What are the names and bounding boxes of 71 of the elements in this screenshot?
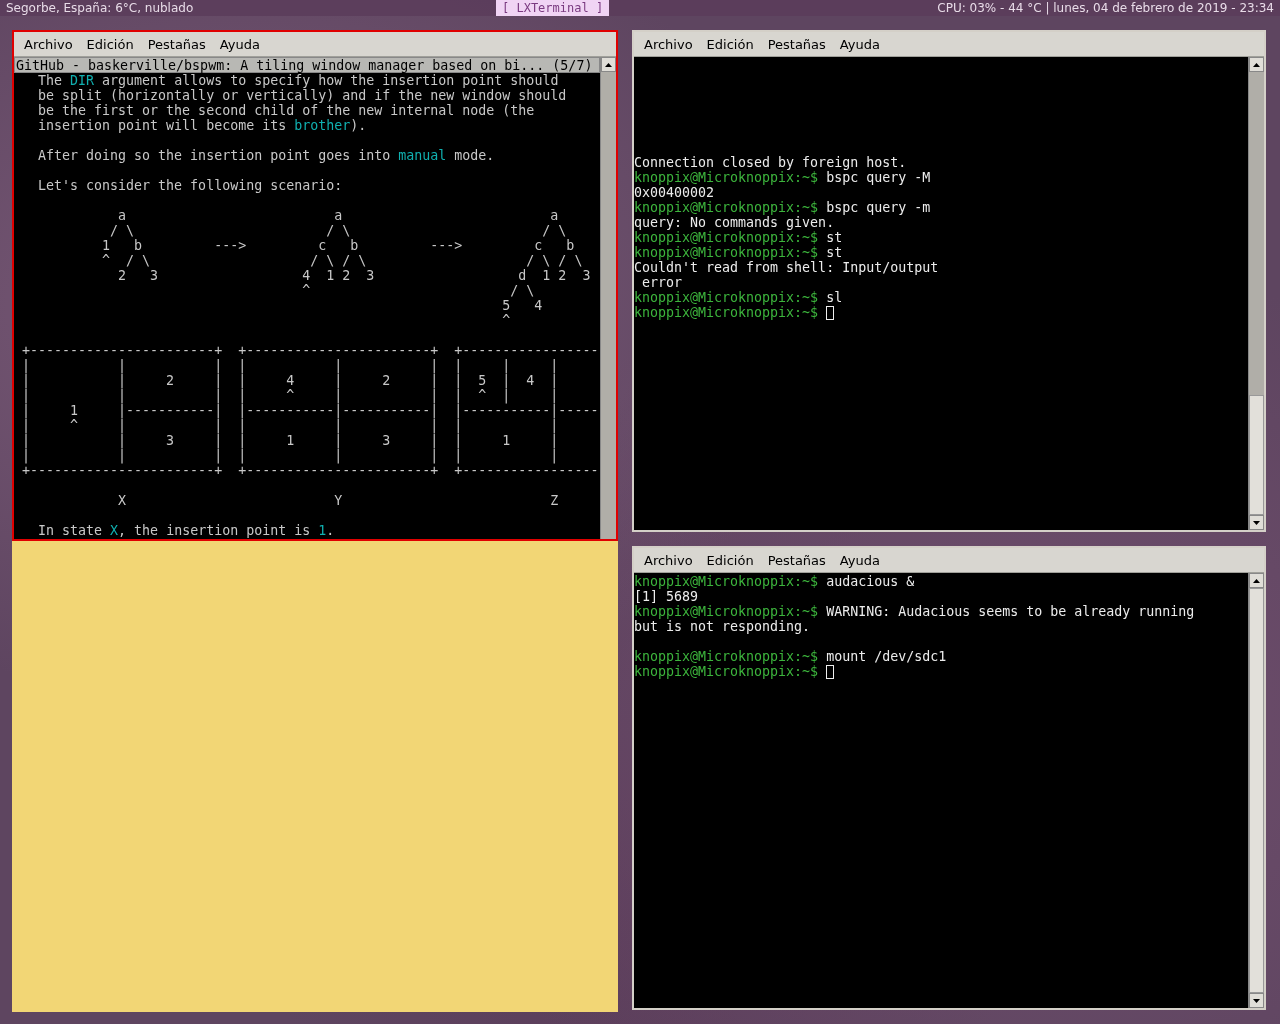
terminal-line: | 1 |-----------| |-----------|-----------| |-----------|----- [21, 403, 599, 418]
menu-item[interactable]: Pestañas [761, 34, 832, 54]
terminal-line: knoppix@Microknoppix:~$ [634, 305, 819, 320]
terminal-line: 5 4 [501, 298, 543, 313]
menu-item[interactable]: Archivo [638, 34, 699, 54]
terminal-line: / \ / \ / \ [109, 223, 567, 238]
scroll-up-button[interactable] [601, 57, 616, 72]
menu-item[interactable]: Archivo [18, 34, 79, 54]
terminal-line: insertion point will become its brother). [37, 118, 367, 133]
terminal-line: knoppix@Microknoppix:~$ bspc query -M [634, 170, 931, 185]
down-arrow-icon [1253, 998, 1260, 1003]
scroll-up-button[interactable] [1249, 573, 1264, 588]
menu-item[interactable]: Edición [700, 550, 760, 570]
terminal-line: The DIR argument allows to specify how the insertion point should [37, 73, 559, 88]
page-title-bar: GitHub - baskerville/bspwm: A tiling window manager based on bi... (5/7) [14, 57, 600, 73]
scrollbar-thumb[interactable] [1249, 395, 1264, 515]
terminal-line: knoppix@Microknoppix:~$ st [634, 245, 843, 260]
terminal-line: knoppix@Microknoppix:~$ [634, 664, 819, 679]
menu-item[interactable]: Pestañas [761, 550, 832, 570]
terminal-line: | | | | | | | | | [21, 358, 559, 373]
weather-text: Segorbe, España: 6°C, nublado [6, 0, 194, 16]
terminal-line: | | 2 | | 4 | 2 | | 5 | 4 | [21, 373, 559, 388]
scroll-down-button[interactable] [1249, 993, 1264, 1008]
up-arrow-icon [1253, 62, 1260, 67]
menu-item[interactable]: Edición [700, 34, 760, 54]
terminal-line: knoppix@Microknoppix:~$ sl [634, 290, 843, 305]
active-window-label: [ LXTerminal ] [496, 0, 610, 16]
down-arrow-icon [1253, 520, 1260, 525]
terminal-line: but is not responding. [634, 619, 811, 634]
terminal-line: knoppix@Microknoppix:~$ bspc query -m [634, 200, 931, 215]
terminal-line: error [641, 275, 683, 290]
scrollbar[interactable] [1248, 57, 1264, 530]
terminal-line: | ^ | | | | | | | [21, 418, 559, 433]
terminal-line: knoppix@Microknoppix:~$ WARNING: Audacious seems to be already running [634, 604, 1195, 619]
terminal-line: X Y Z [117, 493, 559, 508]
terminal-line: | | | | | | | | [21, 448, 559, 463]
terminal-line: [1] 5689 [634, 589, 699, 604]
terminal-line: ^ [501, 313, 511, 328]
system-status: CPU: 03% - 44 °C | lunes, 04 de febrero de 2019 - 23:34 [937, 0, 1274, 16]
terminal-line: | | 3 | | 1 | 3 | | 1 | [21, 433, 559, 448]
terminal-line: knoppix@Microknoppix:~$ audacious & [634, 574, 915, 589]
menu-item[interactable]: Ayuda [833, 550, 886, 570]
up-arrow-icon [605, 62, 612, 67]
terminal-line: ^ / \ [301, 283, 535, 298]
terminal-line: Connection closed by foreign host. [634, 155, 907, 170]
menu-item[interactable]: Pestañas [141, 34, 212, 54]
terminal-line: 0x00400002 [634, 185, 715, 200]
terminal-line: +-----------------------+ +-----------------------+ +----------------- [21, 463, 599, 478]
terminal-line: 1 b ---> c b ---> c b [101, 238, 575, 253]
menu-item[interactable]: Edición [80, 34, 140, 54]
up-arrow-icon [1253, 578, 1260, 583]
terminal-line: Couldn't read from shell: Input/output [634, 260, 939, 275]
terminal-line: be split (horizontally or vertically) and if the new window should [37, 88, 567, 103]
menu-item[interactable]: Ayuda [833, 34, 886, 54]
terminal-line: a a a [117, 208, 559, 223]
scroll-up-button[interactable] [1249, 57, 1264, 72]
terminal-line: Let's consider the following scenario: [37, 178, 343, 193]
terminal-line: 2 3 4 1 2 3 d 1 2 3 [117, 268, 591, 283]
terminal-line: knoppix@Microknoppix:~$ st [634, 230, 843, 245]
terminal-line: ^ / \ / \ / \ / \ / \ [101, 253, 583, 268]
terminal-line: query: No commands given. [634, 215, 835, 230]
scroll-down-button[interactable] [1249, 515, 1264, 530]
scrollbar[interactable] [600, 57, 616, 539]
terminal-line: be the first or the second child of the new internal node (the [37, 103, 535, 118]
terminal-line: | | | | ^ | | | ^ | | [21, 388, 559, 403]
menu-item[interactable]: Archivo [638, 550, 699, 570]
terminal-line: +-----------------------+ +-----------------------+ +----------------- [21, 343, 599, 358]
terminal-line: knoppix@Microknoppix:~$ mount /dev/sdc1 [634, 649, 947, 664]
terminal-line: In state X, the insertion point is 1. [37, 523, 335, 538]
menu-item[interactable]: Ayuda [213, 34, 266, 54]
terminal-line: After doing so the insertion point goes into manual mode. [37, 148, 495, 163]
